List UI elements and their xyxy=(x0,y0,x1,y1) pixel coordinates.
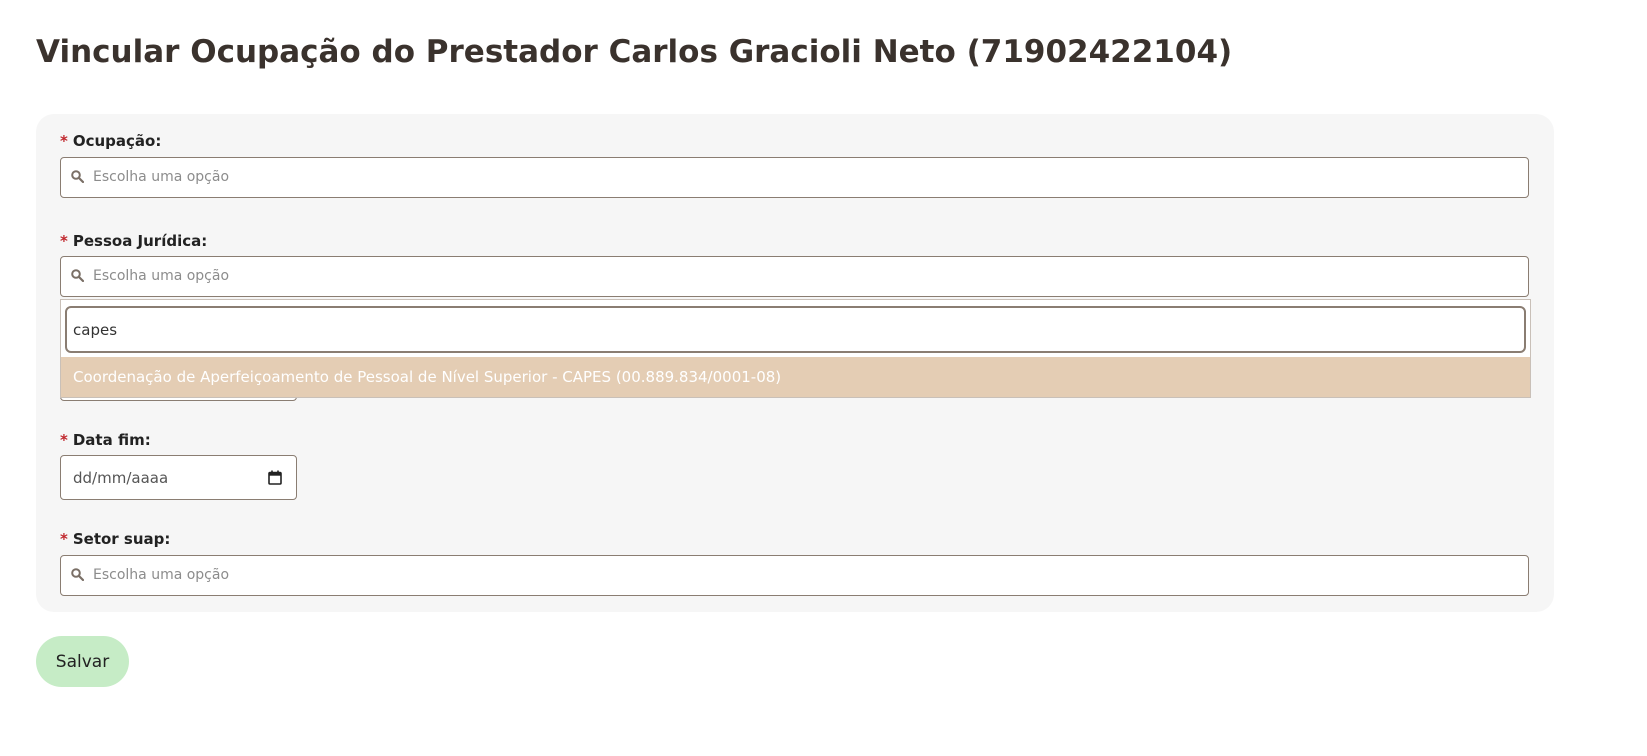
setor-suap-label-text: Setor suap: xyxy=(72,530,171,548)
pessoa-juridica-placeholder: Escolha uma opção xyxy=(93,268,230,284)
required-marker: * xyxy=(60,232,68,250)
setor-suap-select[interactable]: Escolha uma opção xyxy=(60,555,1529,596)
dropdown-option[interactable]: Coordenação de Aperfeiçoamento de Pessoa… xyxy=(61,357,1530,397)
data-fim-placeholder: dd/mm/aaaa xyxy=(73,469,169,487)
required-marker: * xyxy=(60,530,68,548)
setor-suap-placeholder: Escolha uma opção xyxy=(93,567,230,583)
dropdown-search-input[interactable]: capes xyxy=(65,306,1526,353)
ocupacao-select[interactable]: Escolha uma opção xyxy=(60,157,1529,198)
data-fim-input[interactable]: dd/mm/aaaa xyxy=(60,455,297,500)
search-icon xyxy=(71,568,84,581)
calendar-icon[interactable] xyxy=(268,470,282,485)
pessoa-juridica-select[interactable]: Escolha uma opção xyxy=(60,256,1529,297)
ocupacao-placeholder: Escolha uma opção xyxy=(93,169,230,185)
setor-suap-label: * Setor suap: xyxy=(60,530,170,548)
search-icon xyxy=(71,269,84,282)
dropdown-option-label: Coordenação de Aperfeiçoamento de Pessoa… xyxy=(73,368,782,386)
pessoa-juridica-label: * Pessoa Jurídica: xyxy=(60,232,207,250)
save-button[interactable]: Salvar xyxy=(36,636,129,687)
pessoa-juridica-label-text: Pessoa Jurídica: xyxy=(72,232,208,250)
search-icon xyxy=(71,170,84,183)
required-marker: * xyxy=(60,132,68,150)
required-marker: * xyxy=(60,431,68,449)
data-fim-label-text: Data fim: xyxy=(72,431,151,449)
data-fim-label: * Data fim: xyxy=(60,431,151,449)
dropdown-search-value: capes xyxy=(73,321,118,339)
ocupacao-label: * Ocupação: xyxy=(60,132,161,150)
page-title: Vincular Ocupação do Prestador Carlos Gr… xyxy=(36,34,1233,70)
ocupacao-label-text: Ocupação: xyxy=(72,132,162,150)
pessoa-juridica-dropdown: capes Coordenação de Aperfeiçoamento de … xyxy=(60,299,1531,398)
